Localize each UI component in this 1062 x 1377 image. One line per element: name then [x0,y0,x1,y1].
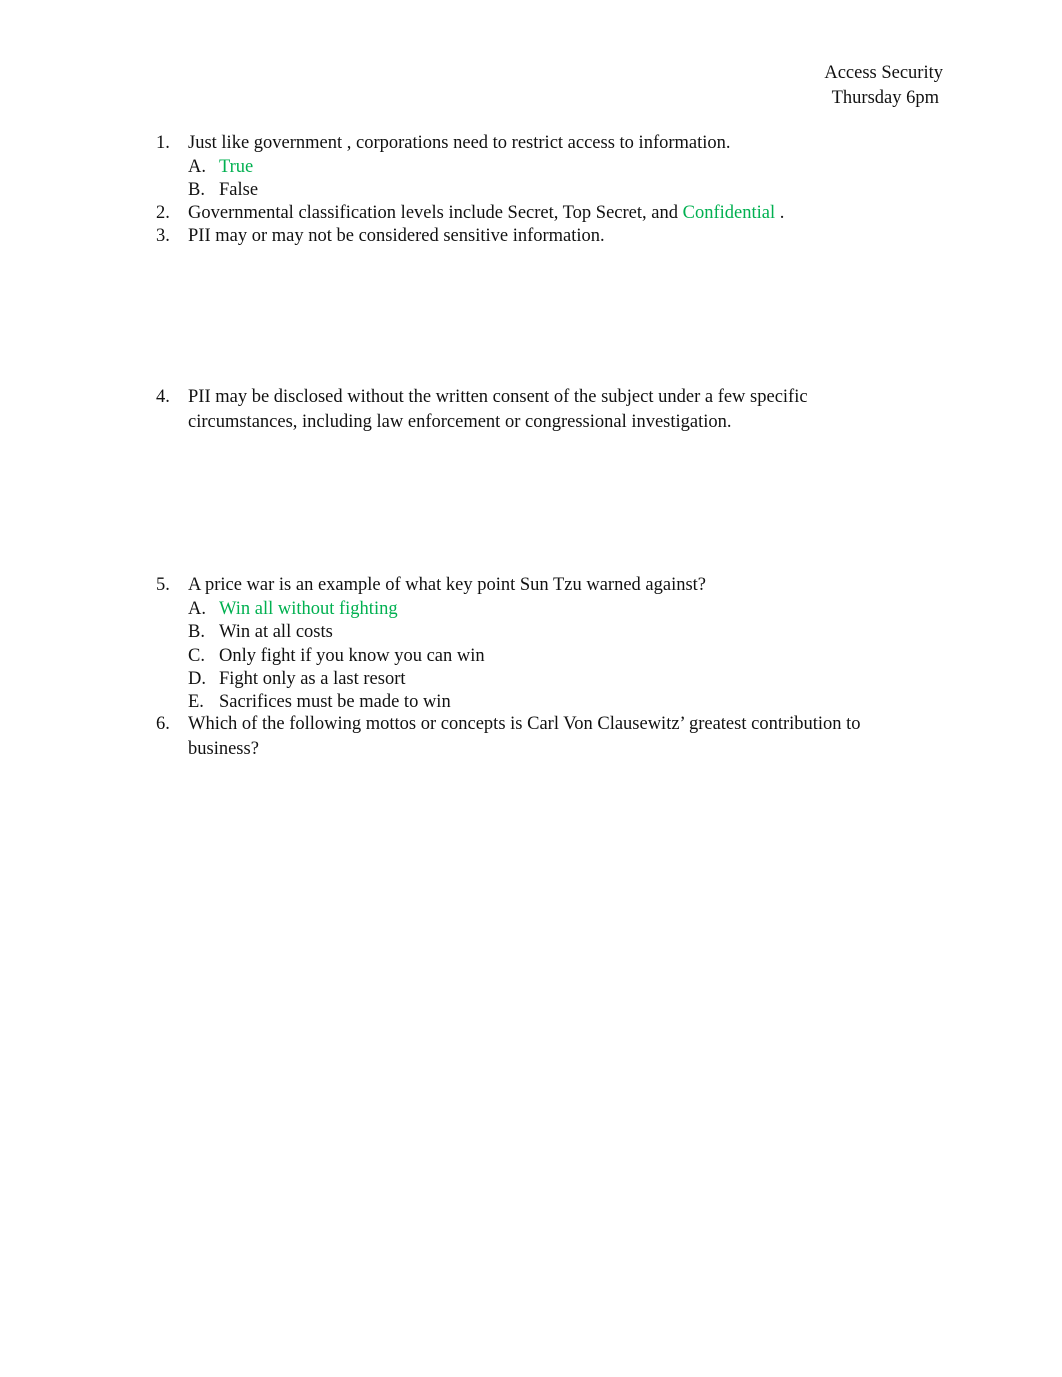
option-b: B. Win at all costs [188,621,896,644]
option-letter: B. [188,622,205,643]
question-number: 5. [156,575,170,595]
question-4: 4. PII may be disclosed without the writ… [156,385,896,435]
option-a: A. Win all without fighting [188,598,896,621]
option-a: A. True [188,156,896,179]
option-e: E. Sacrifices must be made to win [188,691,896,714]
question-text: Which of the following mottos or concept… [188,714,861,759]
question-text-before: Governmental classification levels inclu… [188,203,683,223]
question-6: 6. Which of the following mottos or conc… [156,712,896,762]
option-letter: C. [188,645,205,666]
question-text: Governmental classification levels inclu… [188,201,896,226]
question-1: 1. Just like government , corporations n… [156,131,896,203]
question-number: 2. [156,203,170,223]
fill-in-answer: Confidential [682,203,776,223]
option-letter: A. [188,599,206,619]
question-text: Just like government , corporations need… [188,133,731,153]
question-text: PII may or may not be considered sensiti… [188,226,605,246]
option-text-answer: Win all without fighting [219,599,398,619]
option-letter: B. [188,180,205,201]
question-2: 2. Governmental classification levels in… [156,201,896,226]
option-text: False [219,180,259,201]
option-text: Win at all costs [219,622,333,643]
question-3: 3. PII may or may not be considered sens… [156,224,896,249]
option-text: Sacrifices must be made to win [219,692,451,713]
question-number: 4. [156,387,170,407]
option-letter: A. [188,157,206,177]
option-text-answer: True [219,157,254,177]
question-number: 1. [156,133,170,153]
course-title: Access Security [824,63,943,83]
option-b: B. False [188,179,896,202]
question-number: 3. [156,226,170,246]
question-text: A price war is an example of what key po… [188,575,707,595]
question-text-after: . [775,203,785,223]
document-header: Access Security Thursday 6pm [824,61,943,111]
question-text: PII may be disclosed without the written… [188,387,808,432]
session-time: Thursday 6pm [831,88,939,108]
question-5: 5. A price war is an example of what key… [156,573,896,714]
option-text: Only fight if you know you can win [219,645,485,666]
option-letter: E. [188,692,204,713]
option-d: D. Fight only as a last resort [188,668,896,691]
option-c: C. Only fight if you know you can win [188,645,896,668]
option-letter: D. [188,668,206,689]
option-text: Fight only as a last resort [219,668,406,689]
question-number: 6. [156,714,170,734]
